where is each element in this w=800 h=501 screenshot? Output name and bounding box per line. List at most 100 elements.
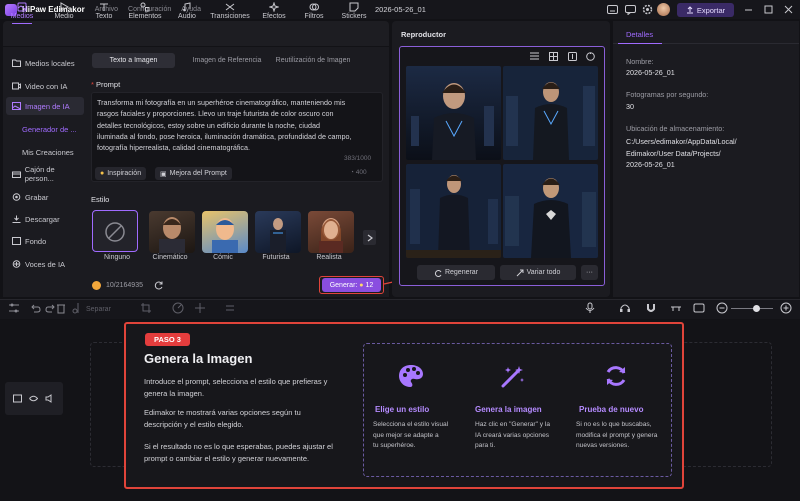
sidebar-item-fondo[interactable]: Fondo [6, 232, 84, 250]
zoom-out-icon[interactable] [716, 302, 728, 314]
prompt-text[interactable]: Transforma mi fotografía en un superhéro… [97, 97, 379, 153]
tab-imagen-referencia[interactable]: Imagen de Referencia [180, 53, 274, 68]
upload-icon [686, 6, 693, 14]
undo-icon[interactable] [29, 302, 41, 314]
compare-icon[interactable] [568, 52, 577, 61]
minimize-icon[interactable] [742, 3, 755, 16]
styles-next-button[interactable] [363, 230, 376, 245]
track-layers-icon[interactable] [13, 394, 22, 403]
palette-icon [398, 364, 424, 388]
result-image-4[interactable] [503, 164, 598, 258]
inspiration-button[interactable]: ● Inspiración [95, 167, 147, 180]
card-title-prueba: Prueba de nuevo [579, 405, 644, 414]
tab-elementos[interactable]: Elementos [128, 2, 162, 24]
more-options-button[interactable]: ··· [581, 265, 598, 280]
sidebar-item-descargar[interactable]: Descargar [6, 210, 84, 228]
style-ninguno[interactable] [92, 210, 138, 252]
track-visible-icon[interactable] [29, 394, 38, 403]
tab-audio[interactable]: Audio [170, 2, 204, 24]
card-title-genera: Genera la imagen [475, 405, 542, 414]
vary-icon [516, 269, 524, 276]
zoom-in-icon[interactable] [780, 302, 792, 314]
zoom-slider[interactable] [731, 308, 773, 309]
sidebar-sub-creaciones[interactable]: Mis Creaciones [22, 148, 74, 157]
style-cinematico-label: Cinemático [152, 254, 188, 261]
magic-wand-icon [500, 364, 526, 388]
sidebar-item-imagen-ia[interactable]: Imagen de IA [6, 97, 84, 115]
generate-button[interactable]: Generar: ● 12 [322, 278, 381, 292]
result-image-1[interactable] [406, 66, 501, 160]
fps-value: 30 [626, 102, 634, 111]
layout-icon[interactable] [8, 302, 20, 314]
tab-texto[interactable]: Texto [87, 2, 121, 24]
tab-efectos[interactable]: Efectos [257, 2, 291, 24]
edit-icon: ▣ [160, 170, 167, 178]
record-icon [12, 193, 21, 201]
tab-transiciones[interactable]: Transiciones [210, 2, 250, 24]
lightbulb-icon: ● [100, 170, 105, 177]
separate-label[interactable]: Separar [86, 306, 111, 313]
tab-texto-a-imagen[interactable]: Texto a Imagen [92, 53, 175, 68]
reverse-icon[interactable] [224, 302, 236, 314]
track-audio-icon[interactable] [45, 394, 54, 403]
settings-icon[interactable] [641, 3, 654, 16]
sidebar-item-video-ia[interactable]: Video con IA [6, 77, 84, 95]
credit-icon: ● [359, 281, 364, 289]
improve-prompt-button[interactable]: ▣ Mejora del Prompt [155, 167, 232, 180]
feedback-icon[interactable] [624, 3, 637, 16]
tab-reutilizacion[interactable]: Reutilización de Imagen [270, 53, 356, 68]
sidebar-item-medios-locales[interactable]: Medios locales [6, 54, 84, 72]
close-icon[interactable] [782, 3, 795, 16]
list-view-icon[interactable] [530, 52, 539, 60]
split-icon[interactable] [72, 302, 84, 314]
preview-icon[interactable] [693, 302, 705, 314]
card-desc-prueba: Si no es lo que buscabas, modifica el pro… [576, 421, 658, 449]
user-avatar[interactable] [657, 3, 670, 16]
media-toolbar [3, 21, 389, 46]
maximize-icon[interactable] [762, 3, 775, 16]
download-icon [12, 215, 21, 223]
result-image-3[interactable] [406, 164, 501, 258]
fullscreen-icon[interactable] [586, 52, 595, 61]
regenerate-button[interactable]: Regenerar [417, 265, 495, 280]
crop-icon[interactable] [140, 302, 152, 314]
refresh-credits-icon[interactable] [154, 280, 164, 290]
style-realista[interactable] [308, 211, 354, 253]
tab-filtros[interactable]: Filtros [297, 2, 331, 24]
step-paragraph-3: Si el resultado no es lo que esperabas, … [144, 442, 333, 463]
tab-medio[interactable]: Medio [47, 2, 81, 24]
link-icon[interactable] [670, 302, 682, 314]
card-desc-genera: Haz clic en "Generar" y la IA creará vari… [475, 421, 551, 449]
zoom-slider-thumb[interactable] [753, 305, 760, 312]
style-cinematico[interactable] [149, 211, 195, 253]
magnet-icon[interactable] [645, 302, 657, 314]
style-futurista[interactable] [255, 211, 301, 253]
sidebar-item-grabar[interactable]: Grabar [6, 188, 84, 206]
style-comic[interactable] [202, 211, 248, 253]
keyboard-icon[interactable] [606, 3, 619, 16]
grid-view-icon[interactable] [549, 52, 558, 61]
tab-stickers[interactable]: Stickers [337, 2, 371, 24]
vary-all-button[interactable]: Variar todo [500, 265, 576, 280]
voice-icon [12, 260, 21, 268]
step-paragraph-1: Introduce el prompt, selecciona el estil… [144, 377, 328, 398]
sidebar-sub-generador[interactable]: Generador de ... [22, 125, 77, 134]
trash-icon[interactable] [55, 302, 69, 314]
speed-icon[interactable] [172, 302, 184, 314]
export-button[interactable]: Exportar [677, 3, 734, 17]
microphone-icon[interactable] [584, 302, 596, 314]
sidebar-item-voces[interactable]: Voces de IA [6, 255, 84, 273]
card-desc-estilo: Selecciona el estilo visual que mejor se … [373, 421, 449, 449]
more-icon: ··· [586, 269, 593, 276]
tab-medios[interactable]: Medios [5, 2, 39, 24]
tab-detalles[interactable]: Detalles [626, 30, 653, 39]
freeze-icon[interactable] [194, 302, 206, 314]
chevron-right-icon [367, 234, 373, 241]
sidebar-item-cajon[interactable]: Cajón de person... [6, 165, 84, 183]
none-icon [105, 222, 125, 242]
name-value: 2026-05-26_01 [626, 68, 675, 77]
box-icon [12, 171, 21, 178]
player-title: Reproductor [401, 30, 446, 39]
result-image-2[interactable] [503, 66, 598, 160]
headset-icon[interactable] [619, 302, 631, 314]
